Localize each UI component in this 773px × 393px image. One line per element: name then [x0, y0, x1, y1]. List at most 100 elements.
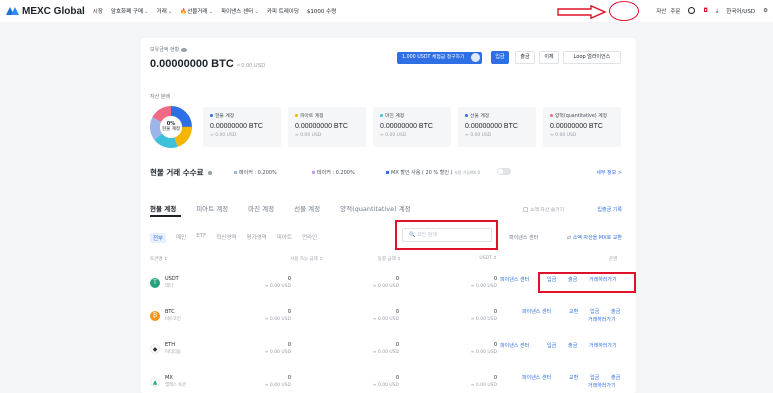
- account-tab[interactable]: 마진 계정: [248, 203, 274, 213]
- account-box[interactable]: 현물 계정 0.00000000 BTC ≈ 0.00 USD: [203, 107, 281, 147]
- frozen-amount: 0 ≈ 0.00 USD: [372, 276, 399, 289]
- settings-icon[interactable]: ⚙: [763, 8, 768, 14]
- withdraw-link[interactable]: 출금: [611, 308, 620, 315]
- filter-tab[interactable]: 언라인: [302, 233, 317, 243]
- account-box[interactable]: 마진 계정 0.00000000 BTC ≈ 0.00 USD: [373, 107, 451, 147]
- nav-item-2[interactable]: 거래⌄: [157, 7, 173, 15]
- nav-item-0[interactable]: 시장: [93, 7, 103, 15]
- exchange-link[interactable]: 교환: [569, 374, 578, 381]
- info-icon[interactable]: [208, 171, 213, 175]
- finance-center-filter[interactable]: 파이낸스 센터: [509, 234, 538, 241]
- account-tab[interactable]: 현물 계정: [150, 203, 176, 213]
- asset-summary-card: 보유금액 현황 0.00000000 BTC ≈ 0.00 USD 1,000 …: [141, 38, 636, 198]
- checkbox[interactable]: [523, 207, 529, 212]
- deposit-button[interactable]: 입금: [491, 51, 509, 64]
- nav-item-1[interactable]: 암호화폐 구매⌄: [111, 7, 149, 15]
- header-usdt[interactable]: USDT ↕: [447, 256, 497, 261]
- nav-item-label: 암호화폐 구매: [110, 9, 144, 15]
- table-row: ◆ ETH 이더리움 0 ≈ 0.00 USD 0 ≈ 0.00 USD 0 ≈ 0.00 US…: [141, 337, 636, 367]
- nav-item-label: 선물거래: [187, 9, 208, 15]
- account-value: 0.00000000 BTC: [550, 123, 603, 130]
- nav-assets[interactable]: 자산: [656, 7, 666, 15]
- trade-link[interactable]: 거래하러가기: [588, 316, 616, 323]
- trade-link[interactable]: 거래하러가기: [589, 342, 617, 349]
- available-amount: 0 ≈ 0.00 USD: [264, 309, 291, 322]
- account-name: 피아트 계정: [295, 112, 359, 119]
- nav-item-6[interactable]: $1000 수령: [307, 7, 336, 15]
- account-tab[interactable]: 선물 계정: [294, 203, 320, 213]
- header-available[interactable]: 사용 가능 금액 ↕: [257, 256, 323, 262]
- header-frozen[interactable]: 동결 금액 ↕: [351, 256, 401, 262]
- coin-icon: ₿: [150, 311, 160, 321]
- finance-center-link[interactable]: 파이낸스 센터: [500, 276, 529, 283]
- account-tab[interactable]: 양적(quantitative) 계정: [340, 203, 411, 213]
- gift-icon: [471, 53, 480, 62]
- usdt-amount: 0 ≈ 0.00 USD: [470, 276, 497, 289]
- filter-tab[interactable]: ETF: [196, 233, 206, 243]
- balance-usd: ≈ 0.00 USD: [236, 63, 266, 69]
- account-usd: ≈ 0.00 USD: [210, 133, 237, 138]
- account-name: 양적(quantitative) 계정: [550, 112, 614, 119]
- account-box[interactable]: 피아트 계정 0.00000000 BTC ≈ 0.00 USD: [288, 107, 366, 147]
- nav-item-5[interactable]: 카피 트레이딩: [267, 7, 299, 15]
- filter-tab[interactable]: 전부: [150, 233, 167, 243]
- withdraw-link[interactable]: 출금: [568, 342, 577, 349]
- deposit-link[interactable]: 입금: [590, 308, 599, 315]
- nav-orders[interactable]: 주문: [670, 7, 680, 15]
- nav-item-label: 시장: [92, 9, 103, 15]
- download-icon[interactable]: ⤓: [716, 8, 718, 15]
- nav-item-label: 거래: [156, 9, 167, 15]
- logo-text: MEXC Global: [22, 5, 85, 17]
- notification-icon[interactable]: ◘: [703, 8, 707, 14]
- finance-center-link[interactable]: 파이낸스 센터: [522, 308, 551, 315]
- mexc-logo[interactable]: MEXC Global: [6, 6, 85, 17]
- account-value: 0.00000000 BTC: [210, 123, 263, 130]
- fee-title: 현물 거래 수수료: [150, 167, 213, 178]
- filter-tab[interactable]: 메인: [176, 233, 186, 243]
- taker-fee: 테이커 : 0.200%: [312, 169, 355, 176]
- account-tab[interactable]: 피아트 계정: [196, 203, 228, 213]
- finance-center-link[interactable]: 파이낸스 센터: [522, 374, 551, 381]
- header-coin[interactable]: 토큰명 ↕: [150, 256, 168, 262]
- nav-item-label: 카피 트레이딩: [266, 9, 299, 15]
- available-amount: 0 ≈ 0.00 USD: [264, 342, 291, 355]
- withdraw-link[interactable]: 출금: [611, 374, 620, 381]
- asset-donut-chart: 0% 현물 계정: [150, 106, 192, 148]
- eye-icon[interactable]: [181, 47, 188, 52]
- filter-tab[interactable]: 피아트: [277, 233, 292, 243]
- mx-discount: MX 할인 사용 ( 20 % 할인 ) 사용 가능MX 0: [386, 169, 480, 176]
- deposit-link[interactable]: 입금: [547, 342, 556, 349]
- coin-name: 이더리움: [165, 350, 181, 355]
- filter-tab[interactable]: 혁신영역: [216, 233, 236, 243]
- chevron-down-icon: ⌄: [167, 9, 173, 15]
- coin-icon: T: [150, 278, 160, 288]
- mx-discount-toggle[interactable]: [497, 168, 511, 175]
- user-icon[interactable]: [688, 6, 696, 16]
- table-row: ▲ MX 엠엑스 토큰 0 ≈ 0.00 USD 0 ≈ 0.00 USD 0 ≈ 0.00 U…: [141, 370, 636, 393]
- loop-alliance-button[interactable]: Loop 얼라이언스: [563, 51, 621, 64]
- trade-link[interactable]: 거래하러가기: [588, 382, 616, 389]
- convert-to-mx-link[interactable]: ⇄ 소액 자산을 MX로 교환: [567, 234, 622, 241]
- filter-tab[interactable]: 평가영역: [247, 233, 267, 243]
- more-info-link[interactable]: 세부 정보 >: [596, 169, 622, 176]
- finance-center-link[interactable]: 파이낸스 센터: [500, 342, 529, 349]
- coin-name: 엠엑스 토큰: [165, 383, 187, 388]
- coin-icon: ◆: [150, 344, 160, 354]
- exchange-link[interactable]: 교환: [569, 308, 578, 315]
- nav-item-label: 파이낸스 센터: [221, 9, 254, 15]
- usdt-amount: 0 ≈ 0.00 USD: [470, 342, 497, 355]
- deposit-withdraw-record-link[interactable]: 입출금 기록: [597, 206, 622, 213]
- transfer-button[interactable]: 이체: [539, 51, 559, 64]
- deposit-link[interactable]: 입금: [590, 374, 599, 381]
- account-box[interactable]: 양적(quantitative) 계정 0.00000000 BTC ≈ 0.00 …: [543, 107, 621, 147]
- search-highlight: [395, 220, 498, 250]
- account-box[interactable]: 선물 계정 0.00000000 BTC ≈ 0.00 USD: [458, 107, 536, 147]
- nav-item-3[interactable]: 🔥선물거래⌄: [180, 7, 213, 15]
- withdraw-button[interactable]: 출금: [515, 51, 535, 64]
- language-currency[interactable]: 한국어/USD: [726, 7, 755, 15]
- nav-item-4[interactable]: 파이낸스 센터⌄: [221, 7, 259, 15]
- hide-small-assets[interactable]: 소액 자산 숨기기: [523, 206, 564, 213]
- promo-banner[interactable]: 1,000 USDT 체험금 청구하기: [397, 52, 482, 64]
- annotation-arrow-icon: [557, 5, 607, 19]
- account-usd: ≈ 0.00 USD: [550, 133, 577, 138]
